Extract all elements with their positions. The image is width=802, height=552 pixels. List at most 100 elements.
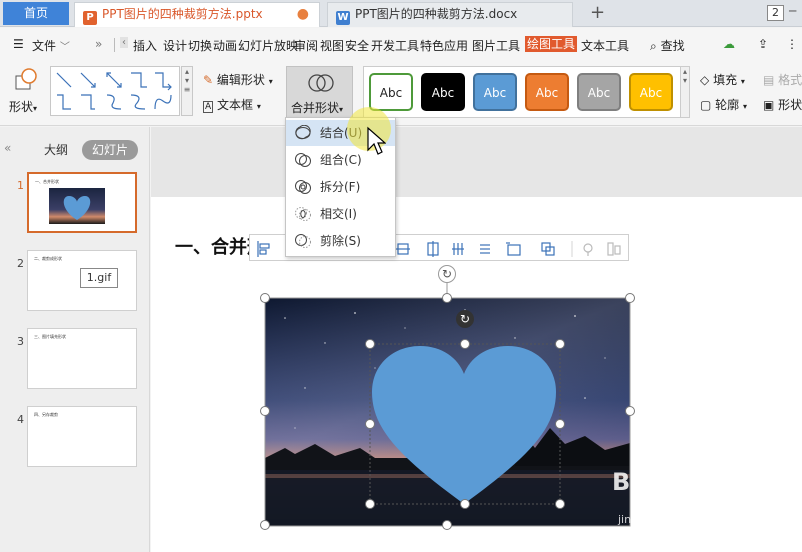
thumb-title: 一、合并形状 [35, 179, 59, 184]
unsaved-dot-icon: ● [296, 6, 309, 22]
rotate-handle-icon[interactable]: ↻ [456, 310, 474, 328]
slide-thumbnail-1[interactable]: 一、合并形状 [27, 172, 137, 233]
tab-slides[interactable]: 幻灯片 [82, 140, 139, 160]
resize-handle[interactable] [365, 339, 375, 349]
more-options-icon[interactable]: ⋮ [786, 37, 798, 51]
menu-file[interactable]: 文件 ﹀ [32, 37, 70, 54]
style-preset-gold[interactable]: Abc [629, 73, 673, 111]
resize-handle[interactable] [442, 293, 452, 303]
resize-handle[interactable] [260, 293, 270, 303]
slide-number: 4 [17, 413, 24, 426]
menu-security[interactable]: 安全 [345, 37, 369, 54]
menu-text-tools[interactable]: 文本工具 [581, 37, 629, 54]
collapse-panel-icon[interactable]: « [4, 141, 11, 155]
menu-bar: ☰ 文件 ﹀ » ‹ 插入 设计 切换 动画 幻灯片放映 审阅 视图 安全 开发… [0, 28, 802, 62]
resize-handle[interactable] [260, 520, 270, 530]
scroll-left-icon[interactable]: ‹ [120, 37, 128, 48]
subtract-icon [295, 234, 311, 248]
hamburger-icon[interactable]: ☰ [13, 37, 24, 51]
menu-item-label: 剪除(S) [320, 234, 361, 248]
slide-thumbnail-4[interactable]: 四、另存裁剪 [27, 406, 137, 467]
tab-pptx[interactable]: P PPT图片的四种裁剪方法.pptx ● [74, 2, 320, 27]
slide-panel: « 大纲 幻灯片 1 一、合并形状 2 二、裁剪成形状 1.gif 3 三、图片… [0, 127, 150, 552]
menu-slideshow[interactable]: 幻灯片放映 [238, 37, 298, 54]
line-gallery-scrollbar[interactable]: ▴ ▾ ≡ [181, 66, 193, 116]
resize-handle[interactable] [555, 499, 565, 509]
resize-handle[interactable] [555, 419, 565, 429]
thumb-title: 二、裁剪成形状 [34, 256, 62, 261]
fill-button[interactable]: ◇ 填充 ▾ [700, 71, 745, 88]
gif-label: 1.gif [80, 268, 118, 288]
tab-outline[interactable]: 大纲 [34, 140, 78, 160]
baidu-watermark: Baidu经验 [612, 468, 737, 496]
menu-design[interactable]: 设计 [163, 37, 187, 54]
menu-separator [114, 38, 115, 52]
style-preset-gray[interactable]: Abc [577, 73, 621, 111]
tab-pptx-label: PPT图片的四种裁剪方法.pptx [102, 7, 263, 21]
menu-search[interactable]: ⌕ 查找 [650, 37, 685, 54]
thumb-title: 三、图片填充形状 [34, 334, 66, 339]
format-painter-icon: ▤ [763, 73, 775, 87]
resize-handle[interactable] [625, 406, 635, 416]
share-icon[interactable]: ⇪ [758, 37, 768, 51]
resize-handle[interactable] [555, 339, 565, 349]
menu-item-label: 拆分(F) [320, 180, 361, 194]
menu-review[interactable]: 审阅 [294, 37, 318, 54]
resize-handle[interactable] [625, 293, 635, 303]
outline-button[interactable]: ▢ 轮廓 ▾ [700, 96, 747, 113]
style-gallery-scrollbar[interactable]: ▴ ▾ [680, 66, 690, 118]
merge-shape-icon [308, 74, 334, 92]
menu-special[interactable]: 特色应用 [420, 37, 468, 54]
menu-drawing-tools[interactable]: 绘图工具 [525, 36, 578, 52]
cloud-sync-icon[interactable]: ☁ [723, 37, 735, 51]
style-preset-white[interactable]: Abc [369, 73, 413, 111]
tab-docx[interactable]: W PPT图片的四种裁剪方法.docx [327, 2, 573, 27]
window-count-badge[interactable]: 2 [767, 5, 784, 21]
resize-handle[interactable] [260, 406, 270, 416]
style-preset-black[interactable]: Abc [421, 73, 465, 111]
shape-button[interactable]: 形状▾ [9, 98, 37, 115]
more-chevron-icon[interactable]: » [95, 37, 102, 51]
menu-developer[interactable]: 开发工具 [371, 37, 419, 54]
thumb-image [49, 188, 105, 224]
resize-handle[interactable] [365, 419, 375, 429]
merge-shape-button[interactable]: 合并形状▾ [286, 66, 353, 119]
menu-item-fragment[interactable]: 拆分(F) [286, 174, 395, 200]
style-preset-orange[interactable]: Abc [525, 73, 569, 111]
line-shapes-icon [56, 72, 172, 110]
rotate-handle-icon[interactable]: ↻ [438, 265, 456, 283]
menu-view[interactable]: 视图 [320, 37, 344, 54]
resize-handle[interactable] [442, 520, 452, 530]
shape-icon[interactable] [14, 68, 40, 92]
new-tab-plus-icon[interactable]: + [590, 2, 605, 24]
menu-transition[interactable]: 切换 [188, 37, 212, 54]
resize-handle[interactable] [365, 499, 375, 509]
mouse-cursor-icon [367, 126, 386, 155]
tab-home[interactable]: 首页 [3, 2, 69, 25]
window-control-icon[interactable]: ─ [789, 4, 796, 18]
format-painter-button[interactable]: ▤ 格式 [763, 71, 802, 88]
menu-item-intersect[interactable]: 相交(I) [286, 201, 395, 227]
textbox-button[interactable]: A 文本框 ▾ [203, 96, 261, 113]
word-file-icon: W [336, 11, 350, 25]
slide-number: 3 [17, 335, 24, 348]
line-shape-gallery[interactable] [50, 66, 180, 116]
night-sky-photo[interactable] [265, 298, 630, 526]
menu-item-label: 组合(C) [320, 153, 362, 167]
edit-shape-button[interactable]: ✎ 编辑形状 ▾ [203, 71, 273, 88]
heart-shape[interactable] [368, 344, 560, 510]
menu-animation[interactable]: 动画 [213, 37, 237, 54]
slide-thumbnail-3[interactable]: 三、图片填充形状 [27, 328, 137, 389]
intersect-icon [295, 207, 311, 221]
resize-handle[interactable] [460, 339, 470, 349]
style-preset-blue[interactable]: Abc [473, 73, 517, 111]
shape-effect-button[interactable]: ▣ 形状 [763, 96, 802, 113]
menu-insert[interactable]: 插入 [133, 37, 157, 54]
edit-shape-icon: ✎ [203, 73, 214, 87]
outline-icon: ▢ [700, 98, 712, 112]
menu-picture-tools[interactable]: 图片工具 [472, 37, 520, 54]
slide-thumbnail-2[interactable]: 二、裁剪成形状 1.gif [27, 250, 137, 311]
resize-handle[interactable] [460, 499, 470, 509]
shape-effect-icon: ▣ [763, 98, 775, 112]
menu-item-subtract[interactable]: 剪除(S) [286, 228, 395, 254]
